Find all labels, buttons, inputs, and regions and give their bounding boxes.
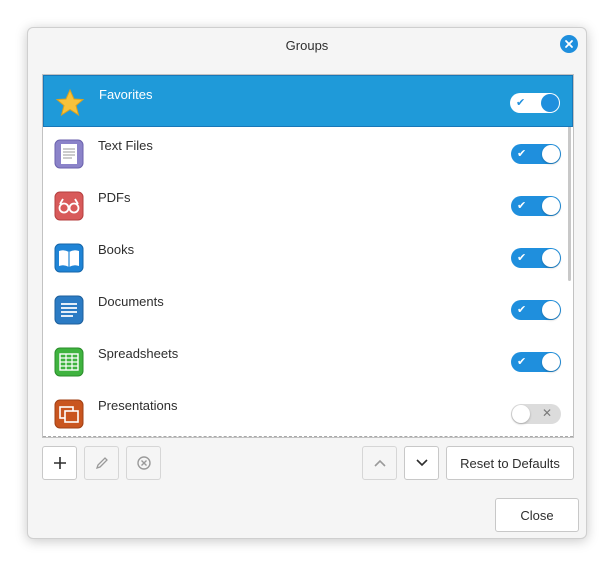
group-toggle[interactable]: ✔ [511, 352, 561, 372]
group-toggle[interactable]: ✔ [511, 196, 561, 216]
group-label: Favorites [99, 87, 153, 102]
group-row-pdfs[interactable]: PDFs ✔ [43, 179, 573, 231]
spreadsheet-icon [53, 346, 85, 378]
document-icon [53, 294, 85, 326]
check-icon: ✔ [517, 147, 527, 160]
presentation-icon [53, 398, 85, 430]
text-file-icon [53, 138, 85, 170]
check-icon: ✔ [517, 355, 527, 368]
toggle-knob [542, 197, 560, 215]
group-label: Books [98, 242, 135, 257]
group-row-documents[interactable]: Documents ✔ [43, 283, 573, 335]
book-icon [53, 242, 85, 274]
group-row-spreadsheets[interactable]: Spreadsheets ✔ [43, 335, 573, 387]
group-toggle[interactable]: ✕ [511, 404, 561, 424]
chevron-down-icon [415, 459, 428, 467]
remove-circle-icon [136, 456, 151, 470]
group-row-text-files[interactable]: Text Files ✔ [43, 127, 573, 179]
star-icon [54, 87, 86, 119]
check-icon: ✔ [517, 303, 527, 316]
add-group-button[interactable] [42, 446, 77, 480]
plus-icon [53, 457, 66, 469]
group-label: Presentations [98, 398, 178, 413]
toggle-knob [542, 249, 560, 267]
x-icon: ✕ [541, 406, 552, 420]
group-toggle[interactable]: ✔ [511, 248, 561, 268]
check-icon: ✔ [516, 96, 526, 109]
group-label: Spreadsheets [98, 346, 179, 361]
toggle-knob [512, 405, 530, 423]
close-icon[interactable] [560, 35, 578, 53]
group-label: Text Files [98, 138, 153, 153]
group-toggle[interactable]: ✔ [511, 144, 561, 164]
close-button[interactable]: Close [495, 498, 579, 532]
group-label: Documents [98, 294, 164, 309]
group-toggle[interactable]: ✔ [511, 300, 561, 320]
group-row-favorites[interactable]: Favorites ✔ [43, 75, 573, 127]
move-down-button[interactable] [404, 446, 439, 480]
groups-dialog: Groups Favorites ✔ Text Files ✔ PDFs ✔ B… [27, 27, 587, 539]
check-icon: ✔ [517, 251, 527, 264]
remove-group-button[interactable] [126, 446, 161, 480]
edit-group-button[interactable] [84, 446, 119, 480]
groups-list[interactable]: Favorites ✔ Text Files ✔ PDFs ✔ Books ✔ … [42, 74, 574, 438]
pencil-icon [95, 457, 108, 470]
pdf-glasses-icon [53, 190, 85, 222]
toggle-knob [542, 145, 560, 163]
dialog-title: Groups [285, 37, 329, 53]
group-label: PDFs [98, 190, 131, 205]
toggle-knob [542, 301, 560, 319]
move-up-button[interactable] [362, 446, 397, 480]
title-bar: Groups [28, 28, 586, 62]
group-row-books[interactable]: Books ✔ [43, 231, 573, 283]
group-toggle[interactable]: ✔ [510, 93, 560, 113]
group-row-presentations[interactable]: Presentations ✕ [43, 387, 573, 437]
reset-to-defaults-button[interactable]: Reset to Defaults [446, 446, 574, 480]
chevron-up-icon [373, 459, 386, 467]
toggle-knob [541, 94, 559, 112]
check-icon: ✔ [517, 199, 527, 212]
toggle-knob [542, 353, 560, 371]
